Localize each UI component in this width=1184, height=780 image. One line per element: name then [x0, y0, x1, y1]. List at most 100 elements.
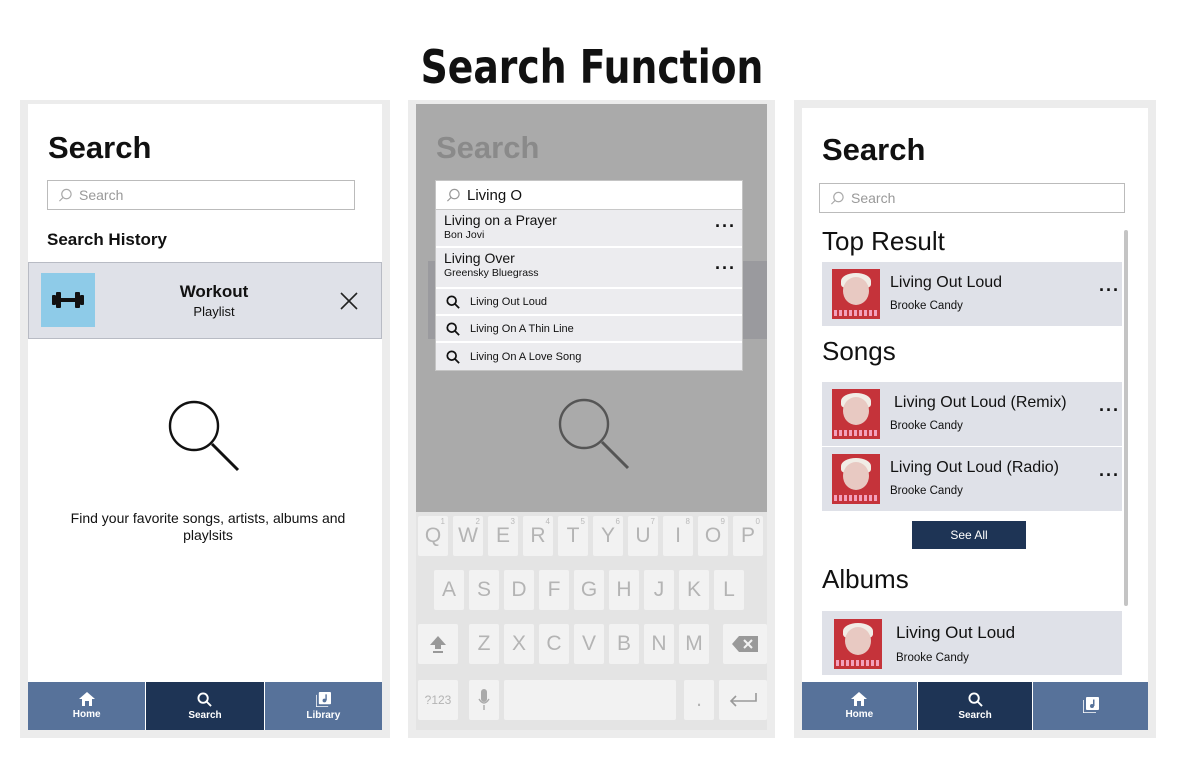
shift-key[interactable]	[418, 624, 458, 664]
query-suggestion[interactable]: Living On A Thin Line	[436, 316, 742, 343]
period-key[interactable]: .	[684, 680, 714, 720]
key-e[interactable]: E3	[488, 516, 518, 556]
key-d[interactable]: D	[504, 570, 534, 610]
song-suggestion[interactable]: Living Over Greensky Bluegrass ···	[436, 248, 742, 289]
key-i[interactable]: I8	[663, 516, 693, 556]
top-result-item[interactable]: Living Out Loud Brooke Candy ···	[822, 262, 1122, 326]
key-l[interactable]: L	[714, 570, 744, 610]
search-input[interactable]: Search	[47, 180, 355, 210]
nav-search[interactable]: Search	[146, 682, 265, 730]
backspace-icon	[732, 636, 758, 652]
key-m[interactable]: M	[679, 624, 709, 664]
key-q[interactable]: Q1	[418, 516, 448, 556]
key-label: B	[616, 632, 631, 655]
key-label: F	[547, 578, 561, 601]
key-label: K	[686, 578, 701, 601]
see-all-button[interactable]: See All	[912, 521, 1026, 549]
empty-state-text: Find your favorite songs, artists, album…	[70, 510, 346, 543]
search-icon	[446, 294, 460, 309]
key-u[interactable]: U7	[628, 516, 658, 556]
nav-library[interactable]: Library	[264, 682, 382, 730]
key-v[interactable]: V	[574, 624, 604, 664]
key-label: D	[511, 578, 527, 601]
key-label: O	[704, 524, 722, 547]
key-s[interactable]: S	[469, 570, 499, 610]
more-options-icon[interactable]: ···	[715, 258, 736, 279]
album-art	[832, 389, 880, 439]
library-icon	[1082, 696, 1099, 713]
more-options-icon[interactable]: ···	[1099, 280, 1120, 301]
more-options-icon[interactable]: ···	[1099, 465, 1120, 486]
query-suggestion[interactable]: Living Out Loud	[436, 289, 742, 316]
key-c[interactable]: C	[539, 624, 569, 664]
search-input[interactable]: Search	[819, 183, 1125, 213]
scrollbar[interactable]	[1124, 230, 1128, 606]
result-title: Living Out Loud	[890, 274, 1003, 291]
key-o[interactable]: O9	[698, 516, 728, 556]
key-w[interactable]: W2	[453, 516, 483, 556]
backspace-key[interactable]	[723, 624, 767, 664]
key-a[interactable]: A	[434, 570, 464, 610]
song-item[interactable]: Living Out Loud (Radio) Brooke Candy ···	[822, 447, 1122, 511]
nav-home[interactable]: Home	[28, 682, 147, 730]
more-options-icon[interactable]: ···	[1099, 400, 1120, 421]
key-label: X	[511, 632, 526, 655]
key-number: 0	[755, 517, 760, 526]
screen: Search Living O Living on a Prayer Bon J…	[416, 104, 767, 730]
search-query: Living O	[467, 186, 523, 204]
key-r[interactable]: R4	[523, 516, 553, 556]
search-input[interactable]: Living O	[436, 181, 742, 210]
key-label: Z	[477, 632, 491, 655]
key-t[interactable]: T5	[558, 516, 588, 556]
key-k[interactable]: K	[679, 570, 709, 610]
song-artist: Brooke Candy	[890, 485, 963, 497]
song-item[interactable]: Living Out Loud (Remix) Brooke Candy ···	[822, 382, 1122, 446]
mode-key[interactable]: ?123	[418, 680, 458, 720]
album-art	[832, 454, 880, 504]
song-suggestion[interactable]: Living on a Prayer Bon Jovi ···	[436, 210, 742, 248]
key-number: 6	[615, 517, 620, 526]
result-artist: Brooke Candy	[890, 300, 963, 312]
mic-key[interactable]	[469, 680, 499, 720]
key-label: C	[546, 632, 562, 655]
key-label: R	[530, 524, 546, 547]
home-icon	[78, 692, 95, 706]
key-label: A	[441, 578, 456, 601]
close-icon[interactable]	[339, 291, 359, 311]
enter-key[interactable]	[719, 680, 767, 720]
key-label: P	[740, 524, 755, 547]
key-j[interactable]: J	[644, 570, 674, 610]
key-label: S	[476, 578, 491, 601]
key-x[interactable]: X	[504, 624, 534, 664]
key-n[interactable]: N	[644, 624, 674, 664]
albums-heading: Albums	[822, 564, 909, 594]
album-item[interactable]: Living Out Loud Brooke Candy	[822, 611, 1122, 675]
space-key[interactable]	[504, 680, 676, 720]
key-y[interactable]: Y6	[593, 516, 623, 556]
key-label: I	[675, 524, 681, 547]
query-suggestion[interactable]: Living On A Love Song	[436, 343, 742, 370]
nav-search[interactable]: Search	[917, 682, 1034, 730]
key-number: 5	[580, 517, 585, 526]
page-title: Search Function	[420, 40, 764, 94]
more-options-icon[interactable]: ···	[715, 216, 736, 237]
autocomplete-dropdown: Living O Living on a Prayer Bon Jovi ···…	[435, 180, 743, 371]
bottom-nav: Home Search Library	[28, 682, 382, 730]
songs-heading: Songs	[822, 336, 896, 366]
key-b[interactable]: B	[609, 624, 639, 664]
key-label: T	[566, 524, 580, 547]
song-artist: Brooke Candy	[890, 420, 963, 432]
key-p[interactable]: P0	[733, 516, 763, 556]
key-g[interactable]: G	[574, 570, 604, 610]
key-number: 3	[510, 517, 515, 526]
key-z[interactable]: Z	[469, 624, 499, 664]
search-history-item[interactable]: Workout Playlist	[28, 262, 382, 339]
album-art	[832, 269, 880, 319]
key-label: V	[581, 632, 596, 655]
nav-library[interactable]	[1033, 682, 1148, 730]
search-icon	[830, 191, 844, 205]
key-f[interactable]: F	[539, 570, 569, 610]
key-h[interactable]: H	[609, 570, 639, 610]
nav-home[interactable]: Home	[802, 682, 918, 730]
magnifier-icon	[168, 400, 240, 472]
